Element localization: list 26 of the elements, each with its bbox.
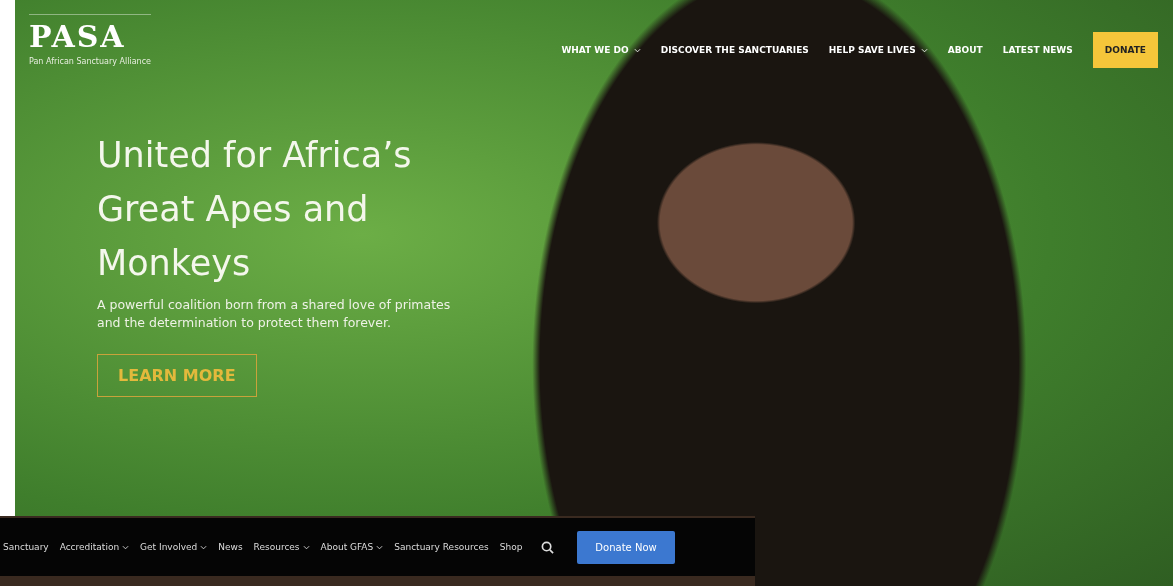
logo-wordmark[interactable]: PASA [29,19,151,55]
nav-link[interactable]: LATEST NEWS [1002,45,1073,55]
search-icon[interactable] [541,540,555,554]
nav-link[interactable]: WHAT WE DO [561,45,641,55]
nav-link[interactable]: News [218,542,243,552]
nav-link[interactable]: Accreditation [59,542,130,552]
nav-link[interactable]: Shop [499,542,523,552]
nav-link[interactable]: HELP SAVE LIVES [828,45,928,55]
caret-icon [376,544,384,550]
nav-link[interactable]: ABOUT [947,45,983,55]
nav-link[interactable]: Resources [253,542,310,552]
caret-icon [633,47,641,53]
nav-link[interactable]: Sanctuary [3,542,49,552]
nav-link[interactable]: Get Involved [140,542,208,552]
caret-icon [920,47,928,53]
nav-link[interactable]: About GFAS [320,542,384,552]
logo-tagline: Pan African Sanctuary Alliance [29,57,151,66]
nav-link[interactable]: Sanctuary Resources [394,542,489,552]
caret-icon [200,544,208,550]
hero-text: A powerful coalition born from a shared love of primates and the determination to protect them forever. [97,296,452,332]
hero-title: United for Africa’s Great Apes and Monkeys [97,134,413,285]
nav-link[interactable]: DISCOVER THE SANCTUARIES [660,45,809,55]
donate-button[interactable]: DONATE [1092,32,1158,68]
donate-now-button[interactable]: Donate Now [577,530,675,564]
caret-icon [302,544,310,550]
caret-icon [122,544,130,550]
